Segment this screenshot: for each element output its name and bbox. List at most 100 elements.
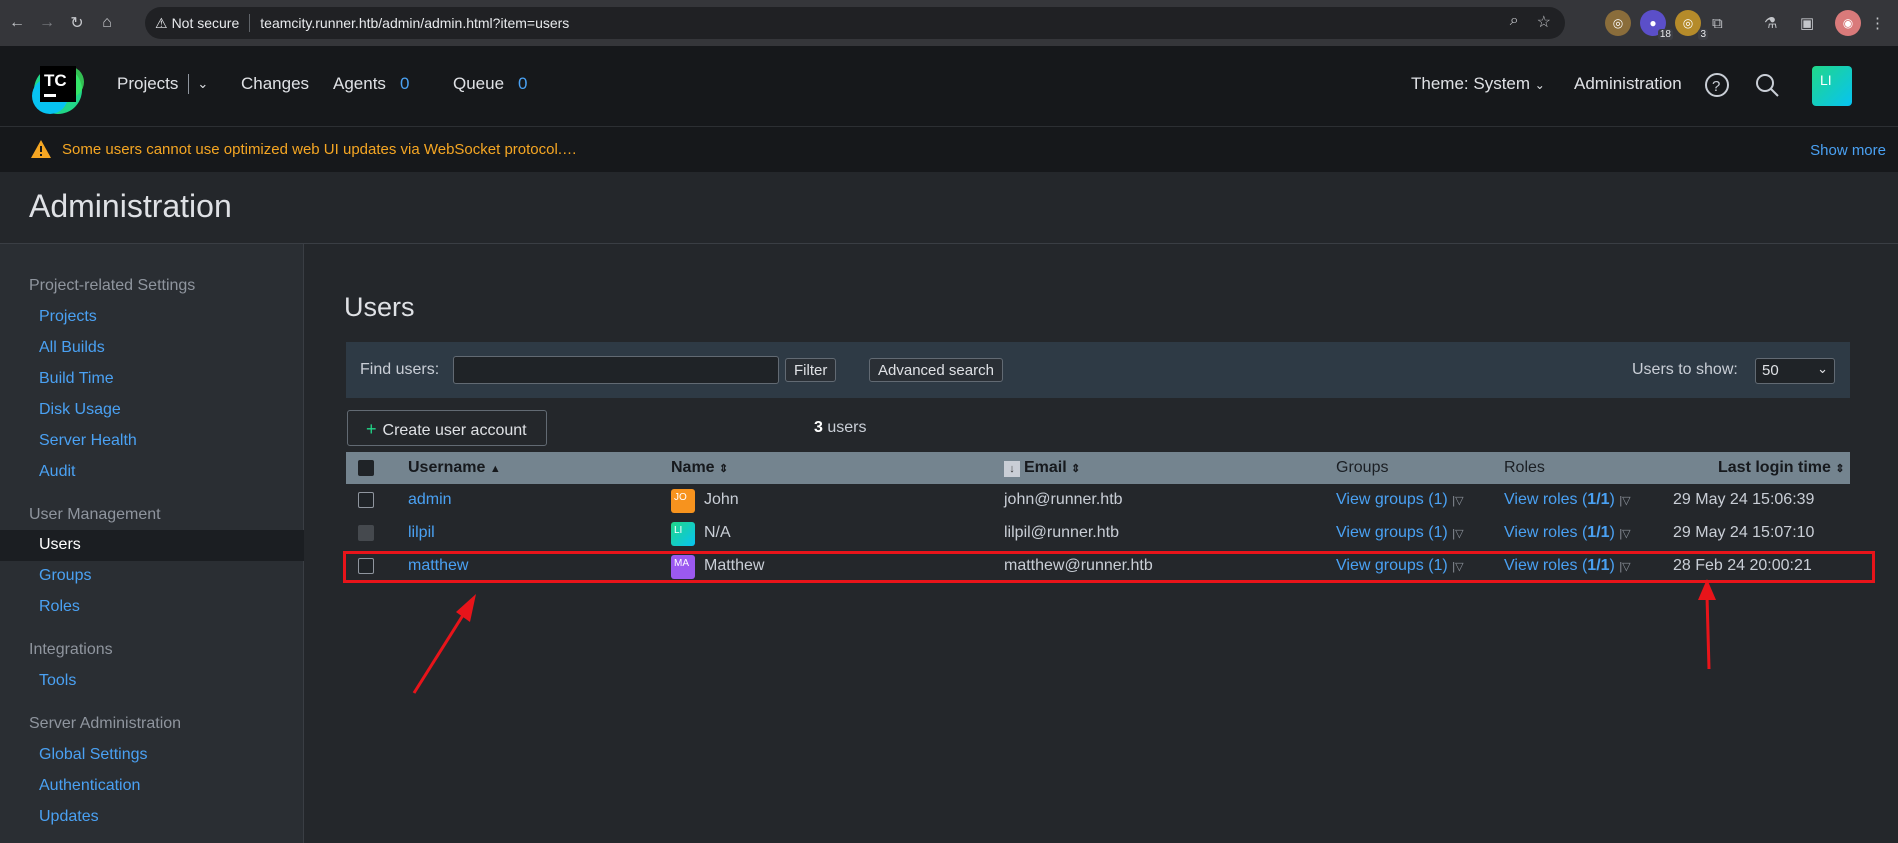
user-email: lilpil@runner.htb bbox=[1004, 524, 1119, 541]
lab-flask-icon[interactable]: ⚗ bbox=[1764, 10, 1777, 36]
sidepanel-icon[interactable]: ▣ bbox=[1800, 10, 1814, 36]
search-icon[interactable] bbox=[1754, 72, 1780, 98]
security-indicator[interactable]: ⚠ Not secure bbox=[155, 15, 239, 32]
extension-badge-icon[interactable]: ● 18 bbox=[1640, 10, 1673, 40]
nav-changes[interactable]: Changes bbox=[241, 74, 309, 94]
extensions-puzzle-icon[interactable]: ⧉ bbox=[1712, 10, 1723, 36]
user-name: N/A bbox=[704, 524, 731, 541]
sort-icon: ⇕ bbox=[719, 463, 729, 475]
sidebar-item-server-health[interactable]: Server Health bbox=[39, 432, 137, 450]
users-filter-bar: Find users: Filter Advanced search Users… bbox=[346, 342, 1850, 398]
extension-cookie-2-icon[interactable]: ◎ 3 bbox=[1675, 10, 1708, 40]
bookmark-star-icon[interactable]: ☆ bbox=[1537, 12, 1551, 32]
page-header: Administration bbox=[0, 172, 1898, 244]
chevron-down-icon: ⌄ bbox=[1817, 361, 1828, 376]
svg-text:?: ? bbox=[1712, 78, 1720, 95]
sort-asc-icon: ▲ bbox=[489, 463, 501, 475]
annotation-arrow-left bbox=[412, 594, 476, 694]
theme-selector[interactable]: Theme: System ⌄ bbox=[1411, 74, 1545, 94]
view-roles-link[interactable]: View roles (1/1) |▽ bbox=[1504, 491, 1631, 509]
column-username[interactable]: Username ▲ bbox=[408, 459, 501, 477]
view-groups-link[interactable]: View groups (1) |▽ bbox=[1336, 524, 1464, 542]
filter-button[interactable]: Filter bbox=[785, 358, 837, 382]
column-name[interactable]: Name ⇕ bbox=[671, 459, 728, 477]
table-row: admin JO John john@runner.htb View group… bbox=[346, 484, 1850, 517]
zoom-icon[interactable]: ⌕ bbox=[1510, 12, 1519, 32]
divider bbox=[188, 74, 190, 94]
forward-icon[interactable]: → bbox=[34, 10, 60, 36]
last-login-time: 29 May 24 15:06:39 bbox=[1673, 491, 1815, 508]
view-roles-link[interactable]: View roles (1/1) |▽ bbox=[1504, 524, 1631, 542]
sidebar-section-project-settings: Project-related Settings bbox=[29, 277, 196, 294]
url-text[interactable]: teamcity.runner.htb/admin/admin.html?ite… bbox=[260, 15, 569, 31]
sidebar-item-groups[interactable]: Groups bbox=[39, 567, 91, 585]
profile-avatar-icon[interactable]: ◉ bbox=[1835, 10, 1861, 36]
back-icon[interactable]: ← bbox=[4, 10, 30, 36]
address-bar[interactable]: ⚠ Not secure teamcity.runner.htb/admin/ad… bbox=[145, 7, 1565, 39]
chevron-down-icon[interactable]: ⌄ bbox=[197, 76, 208, 92]
divider bbox=[249, 14, 251, 32]
users-heading: Users bbox=[344, 292, 415, 322]
select-all-checkbox[interactable] bbox=[358, 460, 374, 476]
plus-icon: + bbox=[366, 419, 377, 439]
column-email[interactable]: ↓ Email ⇕ bbox=[1004, 459, 1080, 477]
username-link[interactable]: admin bbox=[408, 491, 452, 509]
warning-icon bbox=[31, 140, 51, 158]
find-users-input[interactable] bbox=[453, 356, 779, 384]
extension-cookie-icon[interactable]: ◎ bbox=[1605, 10, 1631, 36]
sidebar-item-build-time[interactable]: Build Time bbox=[39, 370, 114, 388]
chevron-down-icon: ⌄ bbox=[1534, 78, 1545, 92]
help-icon[interactable]: ? bbox=[1704, 72, 1730, 98]
dropdown-arrow-icon[interactable]: |▽ bbox=[1619, 495, 1630, 507]
column-last-login[interactable]: Last login time ⇕ bbox=[1718, 459, 1845, 477]
sidebar-item-global-settings[interactable]: Global Settings bbox=[39, 746, 148, 764]
sidebar-item-updates[interactable]: Updates bbox=[39, 808, 99, 826]
column-roles: Roles bbox=[1504, 459, 1545, 476]
page-title: Administration bbox=[29, 188, 232, 224]
nav-queue[interactable]: Queue 0 bbox=[453, 74, 528, 94]
sidebar-item-audit[interactable]: Audit bbox=[39, 463, 75, 481]
menu-kebab-icon[interactable]: ⋮ bbox=[1870, 10, 1885, 36]
nav-projects[interactable]: Projects ⌄ bbox=[117, 74, 208, 94]
annotation-highlight-box bbox=[343, 551, 1875, 583]
show-more-link[interactable]: Show more bbox=[1810, 142, 1886, 159]
user-name: John bbox=[704, 491, 739, 508]
sidebar-item-projects[interactable]: Projects bbox=[39, 308, 97, 326]
view-groups-link[interactable]: View groups (1) |▽ bbox=[1336, 491, 1464, 509]
users-table-header: Username ▲ Name ⇕ ↓ Email ⇕ Groups Roles … bbox=[346, 452, 1850, 484]
administration-link[interactable]: Administration bbox=[1574, 74, 1682, 94]
sort-icon: ⇕ bbox=[1835, 463, 1845, 475]
users-count: 3 users bbox=[814, 419, 867, 436]
create-user-account-button[interactable]: + Create user account bbox=[347, 410, 547, 446]
warning-text: Some users cannot use optimized web UI u… bbox=[62, 141, 577, 158]
home-icon[interactable]: ⌂ bbox=[94, 10, 120, 36]
sidebar-item-tools[interactable]: Tools bbox=[39, 672, 76, 690]
dropdown-arrow-icon[interactable]: |▽ bbox=[1619, 528, 1630, 540]
table-row: lilpil LI N/A lilpil@runner.htb View gro… bbox=[346, 517, 1850, 550]
sidebar-section-server-administration: Server Administration bbox=[29, 715, 182, 732]
advanced-search-button[interactable]: Advanced search bbox=[869, 358, 1003, 382]
teamcity-logo[interactable]: TC bbox=[28, 56, 88, 116]
warning-icon: ⚠ bbox=[155, 14, 168, 31]
sidebar-item-users[interactable]: Users bbox=[39, 536, 81, 554]
reload-icon[interactable]: ↻ bbox=[64, 10, 90, 36]
dropdown-arrow-icon[interactable]: |▽ bbox=[1452, 495, 1463, 507]
username-link[interactable]: lilpil bbox=[408, 524, 435, 542]
tc-header: TC Projects ⌄ Changes Agents 0 Queue 0 The… bbox=[0, 46, 1898, 126]
sidebar-item-disk-usage[interactable]: Disk Usage bbox=[39, 401, 121, 419]
users-to-show-label: Users to show: bbox=[1632, 361, 1738, 378]
annotation-arrow-right bbox=[1698, 579, 1716, 670]
sidebar-item-all-builds[interactable]: All Builds bbox=[39, 339, 105, 357]
last-login-time: 29 May 24 15:07:10 bbox=[1673, 524, 1815, 541]
nav-agents[interactable]: Agents 0 bbox=[333, 74, 409, 94]
sidebar-item-roles[interactable]: Roles bbox=[39, 598, 80, 616]
logo-text: TC bbox=[44, 71, 67, 90]
websocket-warning: Some users cannot use optimized web UI u… bbox=[0, 126, 1898, 172]
row-checkbox[interactable] bbox=[358, 525, 374, 541]
download-icon: ↓ bbox=[1004, 461, 1020, 477]
user-avatar[interactable]: LI bbox=[1812, 66, 1852, 106]
users-to-show-select[interactable]: 50 ⌄ bbox=[1755, 358, 1835, 384]
sidebar-item-authentication[interactable]: Authentication bbox=[39, 777, 140, 795]
row-checkbox[interactable] bbox=[358, 492, 374, 508]
dropdown-arrow-icon[interactable]: |▽ bbox=[1452, 528, 1463, 540]
